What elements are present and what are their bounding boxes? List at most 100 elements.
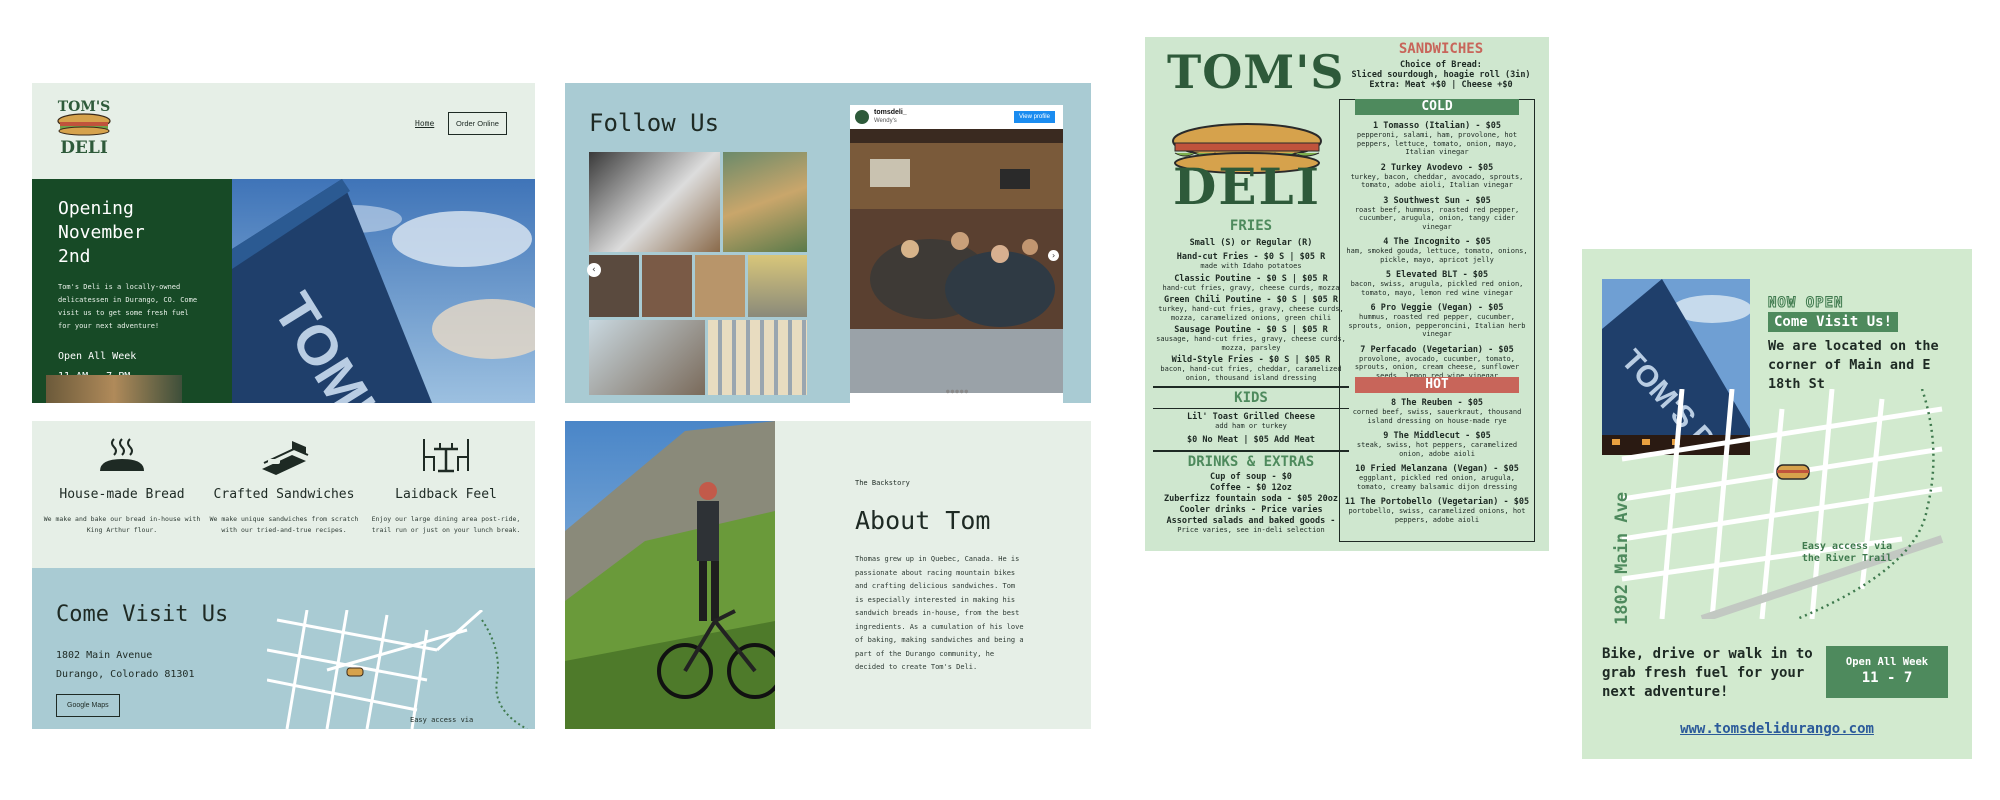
drinks-heading: DRINKS & EXTRAS <box>1187 453 1315 470</box>
feature-title: Crafted Sandwiches <box>213 487 355 502</box>
site-logo[interactable]: TOM'S DELI <box>54 95 114 158</box>
menu-item: 6 Pro Veggie (Vegan) - $05 hummus, roaste… <box>1343 303 1531 339</box>
embed-next-icon[interactable]: › <box>1048 250 1059 261</box>
gloves-sandwich-photo[interactable] <box>589 152 720 252</box>
gallery-prev-icon[interactable]: ‹ <box>587 263 601 277</box>
menu-item-name: 11 The Portobello (Vegetarian) - $05 <box>1344 497 1530 507</box>
insta-username[interactable]: tomsdeli_ <box>874 109 907 116</box>
menu-item-name: 3 Southwest Sun - $05 <box>1383 195 1491 206</box>
menu-item-desc: bacon, hand-cut fries, cheddar, carameli… <box>1160 365 1342 382</box>
view-profile-button[interactable]: View profile <box>1014 111 1055 123</box>
location-map[interactable] <box>266 608 535 729</box>
feature-sandwiches: Crafted Sandwiches We make unique sandwi… <box>204 435 364 536</box>
menu-item-desc: hand-cut fries, gravy, cheese curds, moz… <box>1162 283 1340 292</box>
menu-item-desc: ham, smoked gouda, lettuce, tomato, onio… <box>1346 247 1528 264</box>
menu-item: Cooler drinks - Price varies <box>1153 505 1349 515</box>
divider <box>1153 408 1349 409</box>
mountain-bike-photo <box>565 421 783 729</box>
come-visit-panel: Come Visit Us 1802 Main Avenue Durango, … <box>32 568 535 729</box>
menu-item-name: Assorted salads and baked goods - <box>1166 515 1336 526</box>
bread-choice: Choice of Bread: <box>1400 60 1482 70</box>
menu-item-name: 6 Pro Veggie (Vegan) - $05 <box>1370 303 1504 313</box>
menu-item: Classic Poutine - $0 S | $05 Rhand-cut f… <box>1153 274 1349 293</box>
bread-options: Sliced sourdough, hoagie roll (3in) <box>1351 70 1531 80</box>
instagram-embed[interactable]: tomsdeli_ Wendy's View profile › ●●●●● <box>850 105 1063 403</box>
now-open-label: NOW OPEN <box>1767 295 1844 312</box>
order-online-button[interactable]: Order Online <box>448 112 507 135</box>
menu-item-desc: roast beef, hummus, roasted red pepper, … <box>1354 205 1520 231</box>
opening-announcement: Opening November 2nd Tom's Deli is a loc… <box>32 179 232 403</box>
kitchen-photo-2[interactable] <box>642 255 692 317</box>
menu-item-name: 9 The Middlecut - $05 <box>1383 431 1491 441</box>
menu-item-name: Green Chili Poutine - $0 S | $05 R <box>1164 295 1338 305</box>
restaurant-interior-photo <box>850 129 1063 393</box>
menu-item-name: Hand-cut Fries - $0 S | $05 R <box>1176 252 1326 262</box>
menu-item-desc: bacon, swiss, arugula, pickled red onion… <box>1350 280 1524 297</box>
menu-item-name: Wild-Style Fries - $0 S | $05 R <box>1171 355 1331 365</box>
fries-list: Hand-cut Fries - $0 S | $05 Rmade with I… <box>1153 252 1349 382</box>
menu-item-desc: pepperoni, salami, ham, provolone, hot p… <box>1356 131 1518 156</box>
follow-title: Follow Us <box>589 109 720 137</box>
about-eyebrow: The Backstory <box>855 479 910 487</box>
google-maps-button[interactable]: Google Maps <box>56 694 120 717</box>
menu-item: Wild-Style Fries - $0 S | $05 Rbacon, ha… <box>1153 355 1349 382</box>
baguettes-photo[interactable] <box>708 320 807 395</box>
menu-item-name: 10 Fried Melanzana (Vegan) - $05 <box>1355 464 1519 474</box>
menu-item-name: Classic Poutine - $0 S | $05 R <box>1174 273 1328 284</box>
website-link[interactable]: www.tomsdelidurango.com <box>1582 721 1972 737</box>
feature-laidback: Laidback Feel Enjoy our large dining are… <box>366 435 526 536</box>
menu-item-desc: corned beef, swiss, sauerkraut, thousand… <box>1352 408 1522 425</box>
svg-text:TOM'S: TOM'S <box>58 99 111 115</box>
menu-item: 4 The Incognito - $05 ham, smoked gouda, … <box>1343 237 1531 264</box>
menu-item: 9 The Middlecut - $05 steak, swiss, hot p… <box>1343 431 1531 458</box>
about-title: About Tom <box>855 506 991 535</box>
home-page-panel: TOM'S DELI Home Order Online TOM'S Openi… <box>32 83 535 403</box>
easy-access-label: Easy access via the River Trail <box>1801 541 1893 564</box>
menu-item: 10 Fried Melanzana (Vegan) - $05 eggplant… <box>1343 464 1531 491</box>
nav-home-link[interactable]: Home <box>415 119 434 128</box>
menu-item: 5 Elevated BLT - $05 bacon, swiss, arugul… <box>1343 270 1531 297</box>
sandwich-icon <box>262 441 309 475</box>
poster-open-hours: 11 - 7 <box>1861 670 1913 686</box>
kids-price: $0 No Meat | $05 Add Meat <box>1187 434 1315 445</box>
menu-item-name: Cup of soup - $0 <box>1210 471 1292 482</box>
menu-item-name: Sausage Poutine - $0 S | $05 R <box>1174 325 1328 335</box>
storefront-sign-photo: TOM'S <box>232 179 535 403</box>
menu-item-desc: turkey, hand-cut fries, gravy, cheese cu… <box>1158 305 1344 322</box>
menu-item-desc: Price varies, see in-deli selection <box>1177 525 1325 534</box>
hours-box: Open All Week 11 - 7 <box>1826 646 1948 698</box>
sandwiches-section: SANDWICHES Choice of Bread: Sliced sourd… <box>1341 41 1541 90</box>
follow-us-panel: Follow Us ‹ tomsdeli_ Wendy's View profi… <box>565 83 1091 403</box>
menu-logo-bottom: DELI <box>1172 157 1321 216</box>
divider <box>1153 449 1349 452</box>
tom-eating-photo[interactable] <box>589 320 705 395</box>
come-visit-banner: Come Visit Us! <box>1768 312 1899 332</box>
drinks-list: Cup of soup - $0 Coffee - $0 12oz Zuberfiz… <box>1153 472 1349 535</box>
poster-tagline: Bike, drive or walk in to grab fresh fue… <box>1602 646 1813 700</box>
kids-desc: add ham or turkey <box>1215 422 1287 430</box>
menu-item: 3 Southwest Sun - $05 roast beef, hummus,… <box>1343 196 1531 232</box>
forklift-photo[interactable] <box>748 255 807 317</box>
bread-tray-photo[interactable] <box>695 255 745 317</box>
about-text: Thomas grew up in Quebec, Canada. He is … <box>855 555 1024 671</box>
insta-avatar <box>855 110 869 124</box>
feature-title: House-made Bread <box>59 487 185 502</box>
menu-logo-top: TOM'S <box>1167 45 1345 99</box>
fries-subtitle: Small (S) or Regular (R) <box>1189 238 1313 248</box>
menu-item-name: 2 Turkey Avodevo - $05 <box>1380 162 1494 173</box>
location-text: We are located on the corner of Main and… <box>1768 338 1939 392</box>
address-line-2: Durango, Colorado 81301 <box>56 669 195 680</box>
sandwiches-heading: SANDWICHES <box>1398 41 1484 57</box>
left-menu-column: FRIES Small (S) or Regular (R) Hand-cut … <box>1153 218 1349 535</box>
hot-sandwich-list: 8 The Reuben - $05 corned beef, swiss, sa… <box>1343 398 1531 530</box>
address-line-1: 1802 Main Avenue <box>56 650 153 661</box>
extras: Extra: Meat +$0 | Cheese +$0 <box>1369 80 1513 90</box>
hot-heading: HOT <box>1355 377 1519 393</box>
menu-item: 11 The Portobello (Vegetarian) - $05 port… <box>1343 497 1531 524</box>
sandwich-closeup-photo[interactable] <box>723 152 807 252</box>
feature-text: Enjoy our large dining area post-ride, t… <box>371 515 521 534</box>
insta-subtitle: Wendy's <box>874 118 897 124</box>
divider <box>1153 386 1349 388</box>
menu-item-desc: portobello, swiss, caramelized onions, h… <box>1348 507 1526 524</box>
menu-item-name: 1 Tomasso (Italian) - $05 <box>1373 121 1501 131</box>
